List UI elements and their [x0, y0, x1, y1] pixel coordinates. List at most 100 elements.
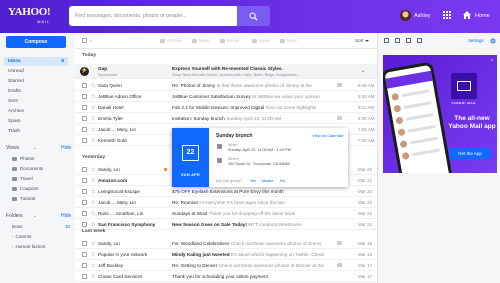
- message-row[interactable]: LivingSocial Escape $75 OFF Eyelash Exten…: [75, 186, 377, 197]
- star-icon[interactable]: [91, 167, 96, 172]
- user-folder-comms[interactable]: › Comms: [12, 234, 31, 239]
- notepad-view-icon[interactable]: [406, 38, 411, 43]
- sidebar-item-trash[interactable]: Trash: [4, 127, 68, 136]
- star-icon[interactable]: [91, 178, 96, 183]
- chevron-right-icon[interactable]: ›: [12, 234, 14, 239]
- view-item-documents[interactable]: Documents: [12, 166, 43, 171]
- star-icon[interactable]: [91, 189, 96, 194]
- user-folder-human-factors[interactable]: › Human factors: [12, 244, 45, 249]
- row-checkbox[interactable]: [82, 178, 87, 183]
- chevron-down-icon[interactable]: ⌄: [33, 213, 37, 219]
- chevron-right-icon[interactable]: ›: [12, 244, 14, 249]
- message-row[interactable]: Jeff Buckley Re: Getting to Denver Check …: [75, 260, 377, 271]
- chevron-down-icon[interactable]: ⌄: [33, 145, 37, 151]
- avatar[interactable]: [400, 10, 411, 21]
- folders-section-header[interactable]: Folders ⌄ Hide: [6, 213, 71, 219]
- row-checkbox[interactable]: [82, 263, 87, 268]
- select-all-checkbox[interactable]: [82, 38, 87, 43]
- message-row[interactable]: Sandy, Lin Fw: Woodland Celebrations Chec…: [75, 238, 377, 249]
- star-icon[interactable]: [91, 200, 96, 205]
- sidebar-item-unread[interactable]: Unread: [4, 67, 68, 76]
- star-icon[interactable]: [91, 127, 96, 132]
- view-item-tutorial[interactable]: Tutorial: [12, 196, 35, 201]
- settings-link[interactable]: Settings: [468, 38, 484, 43]
- row-checkbox[interactable]: [82, 138, 87, 143]
- spam-button[interactable]: Spam: [252, 38, 270, 43]
- star-icon[interactable]: [91, 274, 96, 279]
- row-checkbox[interactable]: [82, 274, 87, 279]
- contacts-view-icon[interactable]: [395, 38, 400, 43]
- user-folder-boss[interactable]: Boss 10: [12, 224, 70, 229]
- sidebar-item-archive[interactable]: Archive: [4, 107, 68, 116]
- star-icon[interactable]: [91, 252, 96, 257]
- star-icon[interactable]: [91, 241, 96, 246]
- move-button[interactable]: Move: [192, 38, 210, 43]
- row-checkbox[interactable]: [82, 200, 87, 205]
- star-icon[interactable]: [91, 116, 96, 121]
- star-icon[interactable]: [91, 211, 96, 216]
- view-on-calendar-link[interactable]: View on Calendar: [312, 133, 344, 138]
- view-item-coupons[interactable]: Coupons: [12, 186, 38, 191]
- star-icon[interactable]: [91, 83, 96, 88]
- close-ad-icon[interactable]: x: [491, 57, 493, 62]
- row-checkbox[interactable]: [82, 252, 87, 257]
- chevron-down-icon[interactable]: ⌄: [361, 68, 365, 74]
- views-hide-link[interactable]: Hide: [61, 145, 71, 151]
- sort-dropdown[interactable]: Sort: [355, 38, 369, 43]
- sidebar-item-starred[interactable]: Starred: [4, 77, 68, 86]
- message-row[interactable]: Russ ... Jonathan, Lin Sundays at Wool Th…: [75, 208, 377, 219]
- yahoo-mail-app-ad[interactable]: x YAHOO! MAIL The all-new Yahoo Mail app…: [383, 55, 497, 173]
- message-row[interactable]: Daniel Hotel Fab 2.2 for Mobile Devices: …: [75, 102, 377, 113]
- archive-button[interactable]: Archive: [160, 38, 181, 43]
- folders-hide-link[interactable]: Hide: [61, 213, 71, 219]
- message-row[interactable]: JetBlue Admin Office JetBlue Customer Sat…: [75, 91, 377, 102]
- more-button[interactable]: More: [280, 38, 297, 43]
- search-input[interactable]: Find messages, documents, photos or peop…: [69, 6, 237, 26]
- message-row[interactable]: Chase Card Services Thank you for schedul…: [75, 271, 377, 282]
- rsvp-maybe-button[interactable]: Maybe: [262, 179, 273, 183]
- row-checkbox[interactable]: [82, 241, 87, 246]
- calendar-view-icon[interactable]: [384, 38, 389, 43]
- row-checkbox[interactable]: [82, 167, 87, 172]
- chevron-down-icon[interactable]: ⌄: [89, 37, 92, 42]
- message-row[interactable]: Popular in your network Mindy Kaling just…: [75, 249, 377, 260]
- star-icon[interactable]: [91, 263, 96, 268]
- get-the-app-button[interactable]: Get the App: [449, 148, 491, 159]
- row-checkbox[interactable]: [82, 94, 87, 99]
- message-row[interactable]: Emma Tyler Invitation: Sunday brunch Sund…: [75, 113, 377, 124]
- user-name[interactable]: Ashley: [414, 13, 431, 19]
- home-icon[interactable]: [462, 10, 472, 20]
- star-icon[interactable]: [91, 222, 96, 227]
- view-item-travel[interactable]: Travel: [12, 176, 33, 181]
- message-row[interactable]: San Francisco Symphony New Season Goes on…: [75, 219, 377, 230]
- row-checkbox[interactable]: [82, 189, 87, 194]
- rsvp-yes-button[interactable]: Yes: [250, 179, 256, 183]
- row-checkbox[interactable]: [82, 105, 87, 110]
- gear-icon[interactable]: [490, 38, 496, 44]
- sidebar-item-drafts[interactable]: Drafts: [4, 87, 68, 96]
- row-checkbox[interactable]: [82, 127, 87, 132]
- message-row[interactable]: Jacob ... Mary, Lin Re: Reunion Hi everyo…: [75, 197, 377, 208]
- home-link[interactable]: Home: [475, 13, 490, 19]
- row-checkbox[interactable]: [82, 222, 87, 227]
- star-icon[interactable]: [91, 105, 96, 110]
- row-checkbox[interactable]: [82, 83, 87, 88]
- star-icon[interactable]: [91, 94, 96, 99]
- delete-button[interactable]: Delete: [220, 38, 239, 43]
- star-icon[interactable]: [91, 138, 96, 143]
- sponsored-row[interactable]: ⚡ Gap Sponsored Express Yourself with Re…: [75, 64, 377, 79]
- sidebar-item-spam[interactable]: Spam: [4, 117, 68, 126]
- layout-view-icon[interactable]: [417, 38, 422, 43]
- message-row[interactable]: Sara Quinn Re: Photos of Jimmy Is that th…: [75, 80, 377, 91]
- yahoo-mail-logo[interactable]: YAHOO! MAIL: [8, 7, 51, 27]
- compose-button[interactable]: Compose: [6, 36, 66, 48]
- sidebar-item-inbox[interactable]: Inbox 8: [4, 57, 68, 66]
- views-section-header[interactable]: Views ⌄ Hide: [6, 145, 71, 151]
- row-checkbox[interactable]: [82, 211, 87, 216]
- rsvp-no-button[interactable]: No: [280, 179, 285, 183]
- apps-grid-icon[interactable]: [443, 11, 451, 19]
- row-checkbox[interactable]: [82, 116, 87, 121]
- sidebar-item-sent[interactable]: Sent: [4, 97, 68, 106]
- search-button[interactable]: [237, 6, 270, 26]
- view-item-photos[interactable]: Photos: [12, 156, 34, 161]
